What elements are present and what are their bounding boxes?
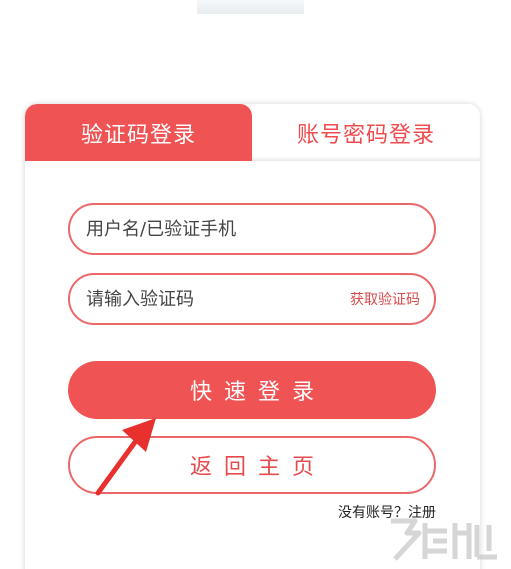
username-input[interactable]: [84, 217, 420, 241]
verification-code-field: 获取验证码: [68, 273, 436, 325]
register-link[interactable]: 没有账号？注册: [338, 502, 436, 522]
username-field: [68, 203, 436, 255]
login-page: 验证码登录 账号密码登录 获取验证码 快速登录 返回主页 没有账号？注册: [0, 0, 511, 569]
quick-login-button[interactable]: 快速登录: [68, 361, 436, 419]
top-image-strip: [197, 0, 304, 14]
verification-code-input[interactable]: [84, 287, 342, 311]
login-tabs: 验证码登录 账号密码登录: [25, 104, 480, 161]
tab-password-login[interactable]: 账号密码登录: [252, 104, 480, 161]
login-card: 验证码登录 账号密码登录 获取验证码 快速登录 返回主页 没有账号？注册: [25, 104, 480, 569]
get-code-button[interactable]: 获取验证码: [350, 289, 420, 309]
back-home-button[interactable]: 返回主页: [68, 436, 436, 494]
tab-sms-login[interactable]: 验证码登录: [25, 104, 252, 161]
